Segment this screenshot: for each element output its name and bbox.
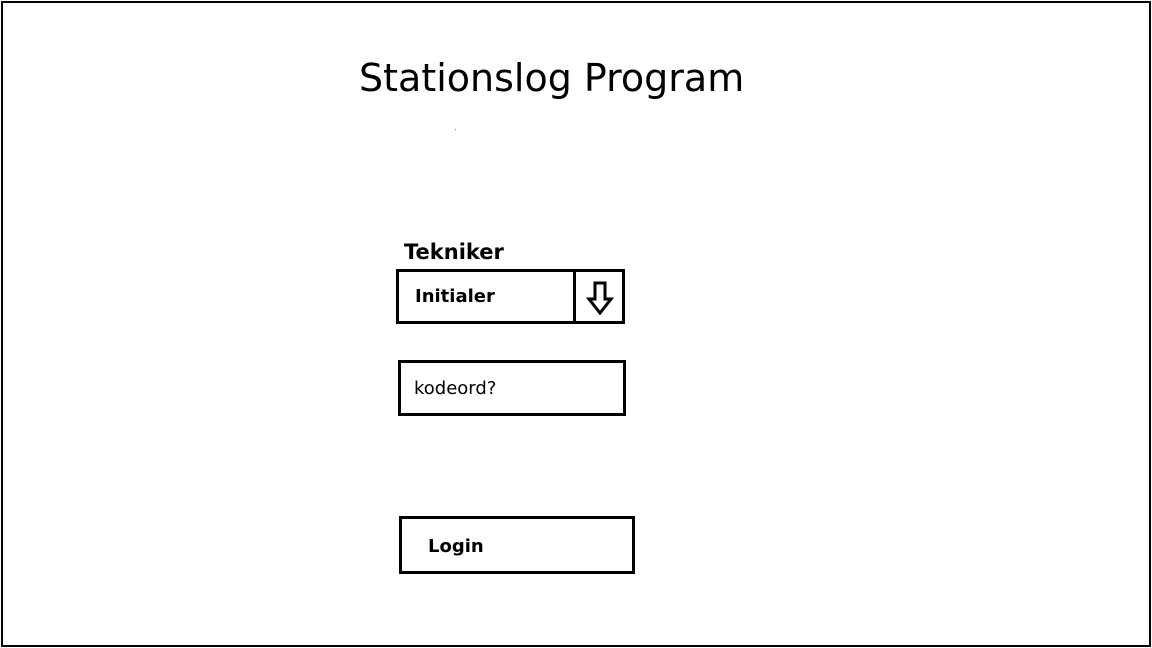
password-field[interactable] (398, 360, 626, 416)
login-button[interactable]: Login (399, 516, 635, 574)
login-button-label: Login (428, 536, 484, 557)
page-title: Stationslog Program (359, 56, 745, 100)
technician-dropdown[interactable]: Initialer (396, 269, 625, 324)
technician-label: Tekniker (404, 240, 504, 264)
stray-dot (455, 129, 456, 130)
dropdown-toggle-button[interactable] (573, 272, 622, 321)
arrow-down-icon (586, 281, 614, 315)
password-input[interactable] (401, 363, 623, 413)
app-window: Stationslog Program Tekniker Initialer L… (1, 1, 1151, 647)
technician-selected-value: Initialer (415, 286, 495, 307)
